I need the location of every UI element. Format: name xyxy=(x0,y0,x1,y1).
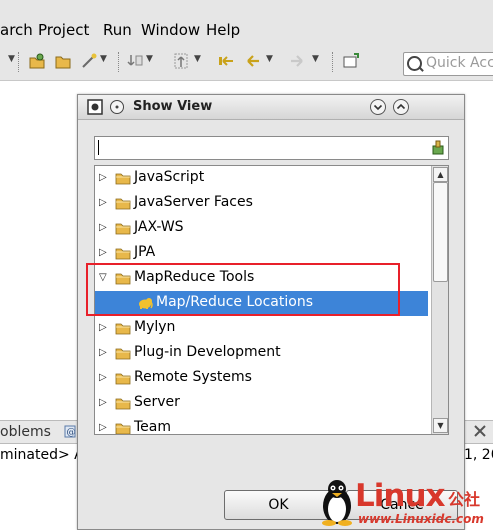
collapse-arrow-icon[interactable]: ▽ xyxy=(99,272,109,284)
tree-item-label: Map/Reduce Locations xyxy=(156,294,314,310)
expand-arrow-icon[interactable]: ▷ xyxy=(99,197,109,209)
menu-run[interactable]: Run xyxy=(103,20,132,40)
tab-problems[interactable]: oblems xyxy=(0,424,51,440)
tree-child-item[interactable]: Map/Reduce Locations xyxy=(95,291,428,316)
maximize-icon[interactable] xyxy=(393,99,409,115)
tree-item-label: Team xyxy=(134,419,172,435)
tree-category-item[interactable]: ▷ JPA xyxy=(95,241,428,266)
menu-project[interactable]: Project xyxy=(38,20,89,40)
tree-category-item[interactable]: ▷ Remote Systems xyxy=(95,366,428,391)
filter-input[interactable] xyxy=(94,136,449,160)
vertical-scrollbar[interactable]: ▲ ▼ xyxy=(431,166,448,434)
remove-launches-icon[interactable] xyxy=(473,424,487,438)
tux-penguin-icon xyxy=(322,480,352,526)
search-icon xyxy=(407,56,422,71)
menu-bar: arch Project Run Window Help xyxy=(0,0,493,44)
expand-arrow-icon[interactable]: ▷ xyxy=(99,222,109,234)
watermark-url: www.Linuxidc.com xyxy=(358,512,484,526)
expand-arrow-icon[interactable]: ▷ xyxy=(99,172,109,184)
menu-window[interactable]: Window xyxy=(141,20,200,40)
folder-icon xyxy=(115,248,131,260)
linuxidc-watermark: Linux 公社 www.Linuxidc.com xyxy=(318,476,493,528)
tree-item-label: JAX-WS xyxy=(134,219,184,235)
tree-category-item[interactable]: ▷ JAX-WS xyxy=(95,216,428,241)
dropdown-arrow-icon[interactable]: ▼ xyxy=(100,54,107,64)
text-cursor xyxy=(98,140,99,155)
dropdown-arrow-icon[interactable]: ▼ xyxy=(312,54,319,64)
tree-category-item[interactable]: ▷ Mylyn xyxy=(95,316,428,341)
minimize-icon[interactable] xyxy=(370,99,386,115)
folder-icon xyxy=(115,348,131,360)
toolbar-separator xyxy=(118,52,120,72)
open-perspective-icon[interactable] xyxy=(342,52,360,70)
scroll-up-arrow-icon[interactable]: ▲ xyxy=(433,167,448,182)
show-view-dialog: Show View ▷ JavaScript ▷ JavaServer Faces ▷ J… xyxy=(77,94,465,530)
dropdown-arrow-icon[interactable]: ▼ xyxy=(8,54,15,64)
tree-category-item[interactable]: ▷ Team xyxy=(95,416,428,435)
folder-icon xyxy=(115,273,131,285)
prev-annotation-icon[interactable] xyxy=(172,52,190,70)
back-arrow-icon[interactable] xyxy=(244,52,262,70)
watermark-chinese: 公社 xyxy=(448,490,481,509)
console-terminated-text: minated> A xyxy=(0,447,84,463)
folder-icon xyxy=(115,173,131,185)
folder-icon xyxy=(115,198,131,210)
toolbar-separator xyxy=(332,52,334,72)
forward-arrow-icon[interactable] xyxy=(288,52,306,70)
javadoc-icon[interactable]: @ xyxy=(64,424,78,438)
expand-arrow-icon[interactable]: ▷ xyxy=(99,422,109,434)
next-annotation-icon[interactable] xyxy=(126,52,144,70)
window-menu-icon[interactable] xyxy=(87,99,103,115)
folder-icon xyxy=(115,373,131,385)
folder-icon xyxy=(115,323,131,335)
dialog-titlebar[interactable]: Show View xyxy=(78,95,464,120)
tree-category-item[interactable]: ▷ JavaScript xyxy=(95,166,428,191)
quick-access-input[interactable]: Quick Acc xyxy=(403,52,493,76)
scrollbar-thumb[interactable] xyxy=(433,182,448,282)
quick-access-placeholder: Quick Acc xyxy=(426,55,493,71)
expand-arrow-icon[interactable]: ▷ xyxy=(99,347,109,359)
expand-arrow-icon[interactable]: ▷ xyxy=(99,372,109,384)
expand-arrow-icon[interactable]: ▷ xyxy=(99,397,109,409)
dropdown-arrow-icon[interactable]: ▼ xyxy=(146,54,153,64)
expand-arrow-icon[interactable]: ▷ xyxy=(99,322,109,334)
view-tree: ▷ JavaScript ▷ JavaServer Faces ▷ JAX-WS ▷ JPA ▽… xyxy=(94,165,449,435)
console-timestamp-text: 1, 20 xyxy=(464,447,493,463)
tree-item-label: Remote Systems xyxy=(134,369,252,385)
tree-item-label: JPA xyxy=(134,244,156,260)
pin-icon[interactable] xyxy=(109,99,125,115)
tree-category-item[interactable]: ▽ MapReduce Tools xyxy=(95,266,428,291)
tree-item-label: JavaServer Faces xyxy=(134,194,253,210)
folder-icon xyxy=(115,423,131,434)
expand-arrow-icon[interactable]: ▷ xyxy=(99,247,109,259)
wand-icon[interactable] xyxy=(80,52,98,70)
folder-icon xyxy=(115,223,131,235)
tree-item-label: Mylyn xyxy=(134,319,176,335)
watermark-brand: Linux xyxy=(355,478,446,514)
tree-item-label: JavaScript xyxy=(134,169,205,185)
tree-category-item[interactable]: ▷ Plug-in Development xyxy=(95,341,428,366)
tree-item-label: Server xyxy=(134,394,180,410)
ok-button[interactable]: OK xyxy=(224,490,333,520)
last-edit-location-icon[interactable] xyxy=(218,52,236,70)
toolbar-separator xyxy=(18,52,20,72)
open-folder-icon[interactable] xyxy=(54,52,72,70)
clear-filter-icon[interactable] xyxy=(431,139,445,155)
tree-category-item[interactable]: ▷ JavaServer Faces xyxy=(95,191,428,216)
elephant-icon xyxy=(139,298,153,309)
tree-item-label: Plug-in Development xyxy=(134,344,281,360)
dropdown-arrow-icon[interactable]: ▼ xyxy=(194,54,201,64)
new-project-icon[interactable] xyxy=(28,52,46,70)
dialog-title: Show View xyxy=(133,99,213,114)
tree-item-label: MapReduce Tools xyxy=(134,269,255,285)
menu-search[interactable]: arch xyxy=(0,20,33,40)
svg-text:@: @ xyxy=(67,428,76,438)
folder-icon xyxy=(115,398,131,410)
scroll-down-arrow-icon[interactable]: ▼ xyxy=(433,418,448,433)
dropdown-arrow-icon[interactable]: ▼ xyxy=(266,54,273,64)
tree-category-item[interactable]: ▷ Server xyxy=(95,391,428,416)
menu-help[interactable]: Help xyxy=(206,20,240,40)
